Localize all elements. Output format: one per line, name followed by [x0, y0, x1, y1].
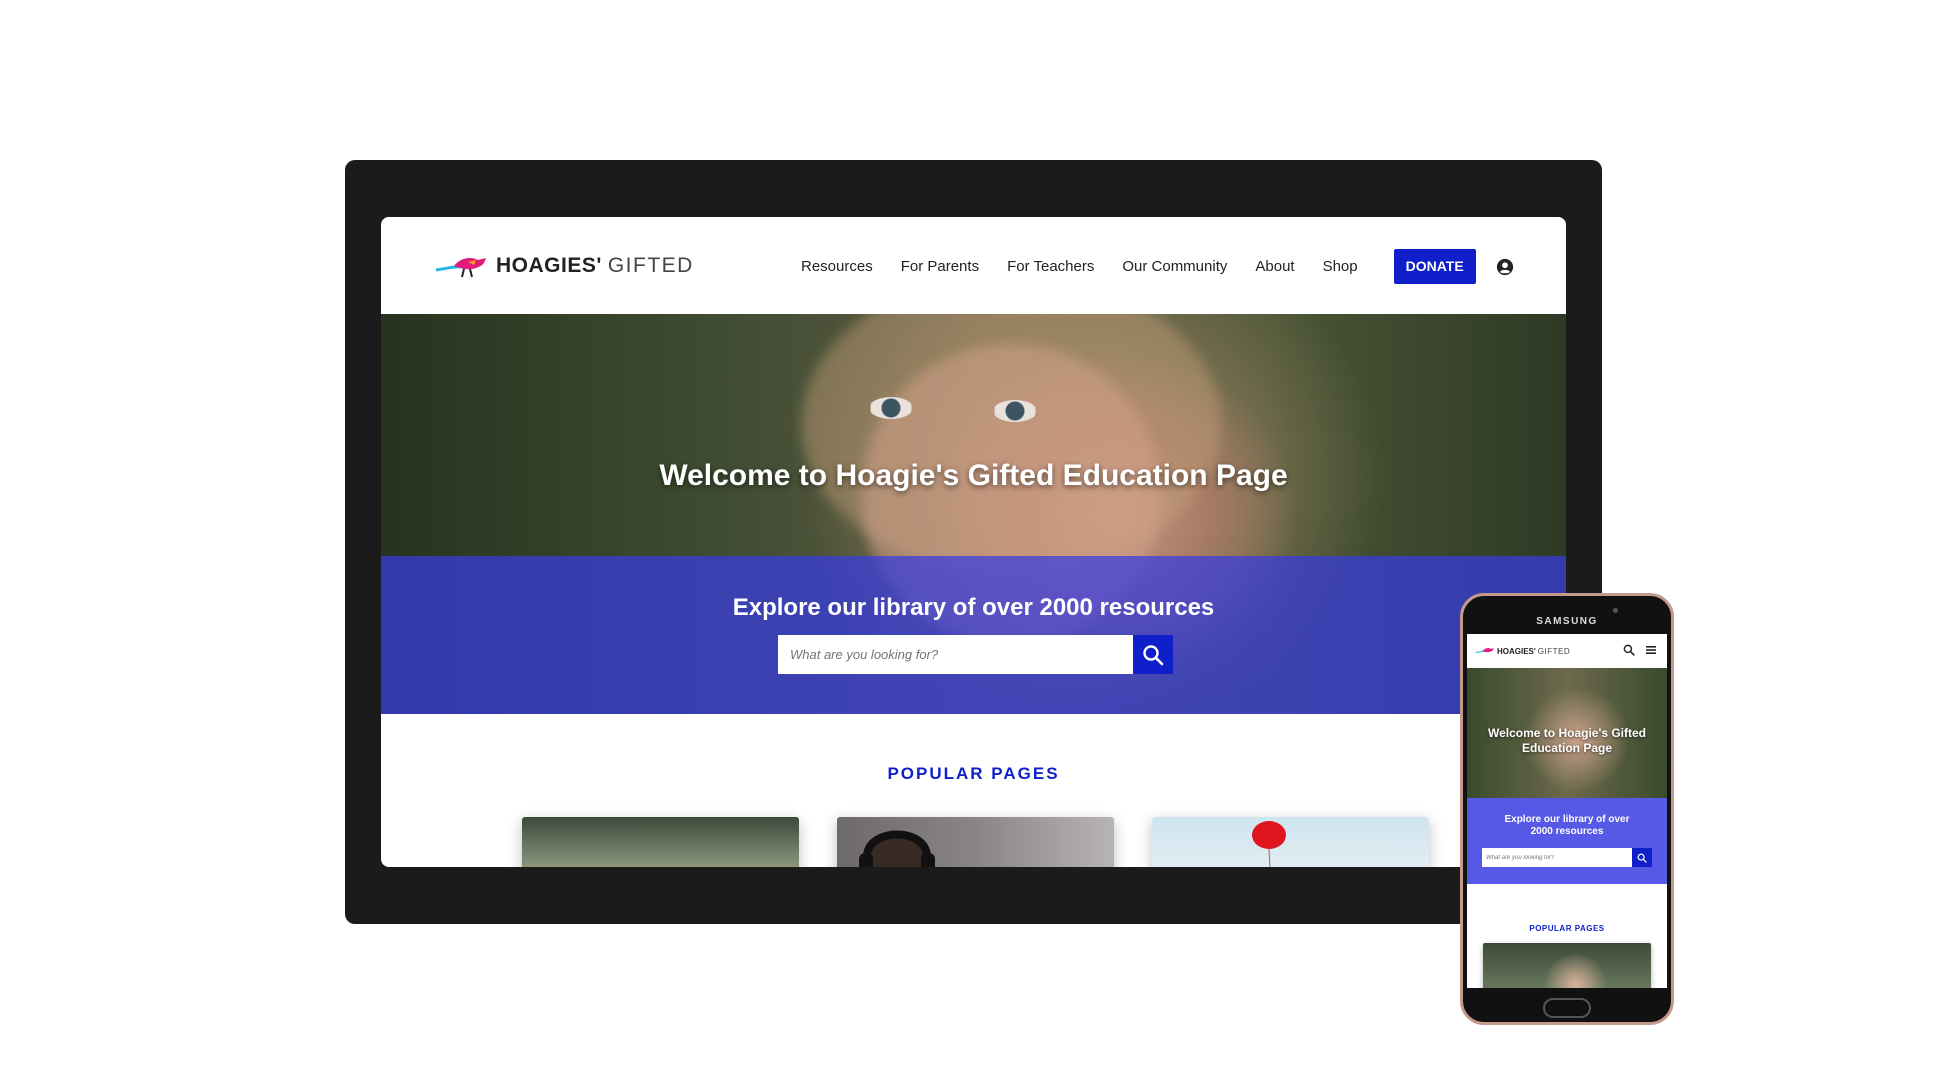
phone-screen: HOAGIES' GIFTED Welcome to Hoagie's Gift…: [1467, 634, 1667, 988]
nav-item-about[interactable]: About: [1255, 250, 1294, 284]
hero-title: Welcome to Hoagie's Gifted Education Pag…: [659, 459, 1288, 492]
logo-text-light: GIFTED: [607, 254, 694, 277]
hero-banner: Welcome to Hoagie's Gifted Education Pag…: [381, 314, 1566, 714]
site-logo[interactable]: HOAGIES' GIFTED: [434, 252, 694, 280]
phone-search-button[interactable]: [1632, 848, 1652, 867]
phone-popular-pages-heading: POPULAR PAGES: [1529, 924, 1605, 933]
nav-item-shop[interactable]: Shop: [1323, 250, 1358, 284]
hero-image-eye-left: [869, 397, 913, 419]
user-circle-icon[interactable]: [1496, 258, 1514, 276]
popular-page-card[interactable]: [1152, 817, 1429, 867]
kangaroo-logo-icon: [435, 258, 486, 278]
phone-resource-search: [1482, 848, 1652, 867]
nav-item-resources[interactable]: Resources: [801, 250, 873, 284]
phone-header-icons: [1613, 644, 1657, 656]
desktop-screen: HOAGIES' GIFTED Resources For Parents Fo…: [381, 217, 1566, 867]
phone-device-frame: SAMSUNG HOAGIES' GIFTED Welcome to Hoagi…: [1460, 593, 1674, 1025]
red-balloon-image: [1252, 821, 1286, 867]
phone-hero-banner: Welcome to Hoagie's Gifted Education Pag…: [1467, 668, 1667, 798]
phone-brand-label: SAMSUNG: [1536, 616, 1598, 627]
phone-search-band-title: Explore our library of over 2000 resourc…: [1504, 814, 1630, 837]
kangaroo-logo-icon: [1475, 648, 1494, 653]
nav-item-our-community[interactable]: Our Community: [1122, 250, 1227, 284]
nav-item-for-teachers[interactable]: For Teachers: [1007, 250, 1094, 284]
phone-search-band: Explore our library of over 2000 resourc…: [1467, 798, 1667, 884]
phone-site-logo[interactable]: HOAGIES' GIFTED: [1475, 646, 1570, 656]
nav-item-for-parents[interactable]: For Parents: [901, 250, 979, 284]
search-icon: [1637, 853, 1647, 863]
logo-text-bold: HOAGIES': [496, 254, 602, 277]
resource-search: [778, 635, 1173, 674]
popular-page-card[interactable]: [522, 817, 799, 867]
popular-pages-heading: POPULAR PAGES: [887, 764, 1060, 783]
search-icon[interactable]: [1623, 644, 1635, 656]
phone-camera: [1613, 608, 1618, 613]
phone-popular-page-card[interactable]: [1483, 943, 1651, 988]
phone-hero-title: Welcome to Hoagie's Gifted Education Pag…: [1488, 726, 1646, 755]
main-navigation: Resources For Parents For Teachers Our C…: [801, 249, 1514, 284]
popular-page-card[interactable]: [837, 817, 1114, 867]
hero-image-eye-right: [993, 400, 1037, 422]
search-band: Explore our library of over 2000 resourc…: [381, 556, 1566, 714]
search-band-title: Explore our library of over 2000 resourc…: [732, 594, 1215, 621]
phone-logo-text-light: GIFTED: [1537, 646, 1571, 656]
phone-logo-text-bold: HOAGIES': [1497, 646, 1536, 656]
donate-button[interactable]: DONATE: [1393, 249, 1476, 284]
phone-search-input[interactable]: [1482, 848, 1632, 867]
site-header: HOAGIES' GIFTED Resources For Parents Fo…: [381, 217, 1566, 314]
search-icon: [1143, 644, 1164, 665]
headphones-image: [859, 830, 935, 867]
phone-home-button[interactable]: [1543, 998, 1591, 1018]
phone-header: HOAGIES' GIFTED: [1467, 634, 1667, 668]
search-button[interactable]: [1133, 635, 1173, 674]
menu-icon[interactable]: [1645, 644, 1657, 656]
desktop-device-frame: HOAGIES' GIFTED Resources For Parents Fo…: [345, 160, 1602, 924]
search-input[interactable]: [778, 635, 1133, 674]
